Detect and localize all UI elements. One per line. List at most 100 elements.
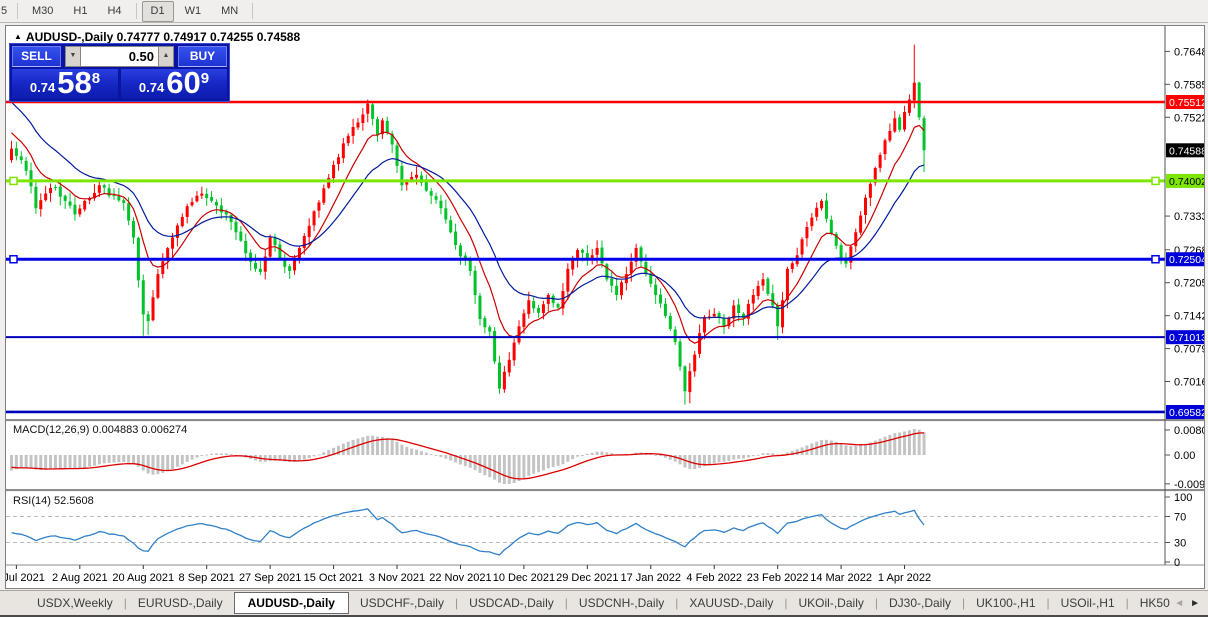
candle [117, 196, 121, 201]
candle [146, 314, 150, 322]
tab-usdcad-daily[interactable]: USDCAD-,Daily [458, 593, 565, 613]
pane-dividers[interactable] [6, 419, 1204, 566]
rsi-tick: 70 [1174, 512, 1186, 524]
candle [898, 117, 902, 130]
date-label: 3 Nov 2021 [369, 572, 425, 584]
candle [688, 371, 692, 393]
chart-canvas[interactable]: 0.764800.758500.752200.733300.726850.720… [6, 26, 1204, 588]
volume-field[interactable]: 0.50 [81, 46, 158, 67]
support-line-green-handle[interactable] [1151, 176, 1160, 186]
candle [878, 154, 882, 168]
sell-button[interactable]: SELL [12, 46, 61, 67]
candle [234, 221, 238, 233]
timeframe-button-mn[interactable]: MN [212, 1, 247, 22]
candle [615, 285, 619, 295]
tab-audusd-daily[interactable]: AUDUSD-,Daily [233, 591, 349, 614]
price-tick: 0.76480 [1174, 46, 1204, 58]
candle [112, 195, 116, 197]
candle [424, 182, 428, 191]
macd-rsi-divider[interactable] [6, 489, 1204, 491]
candle [551, 295, 555, 304]
candle [454, 231, 458, 245]
candle [317, 202, 321, 211]
candle [771, 293, 775, 306]
candle [322, 188, 326, 203]
candle [766, 278, 770, 295]
date-label: 20 Aug 2021 [112, 572, 174, 584]
price-tick: 0.70165 [1174, 377, 1204, 389]
timeframe-button-h1[interactable]: H1 [64, 1, 96, 22]
candle [293, 259, 297, 271]
volume-decrease-icon[interactable]: ▼ [65, 46, 81, 67]
candle [805, 227, 809, 239]
timeframe-button-d1[interactable]: D1 [141, 0, 174, 22]
candle [654, 284, 658, 295]
tab-ukoil-daily[interactable]: UKOil-,Daily [788, 593, 875, 613]
price-tick: 0.75220 [1174, 112, 1204, 124]
macd-tick: -0.00928 [1174, 479, 1204, 491]
timeframe-button-w1[interactable]: W1 [176, 1, 211, 22]
rsi-pane [6, 508, 1161, 556]
main-macd-divider[interactable] [6, 419, 1204, 421]
candle [366, 103, 370, 114]
sell-price-pips: 58 [57, 65, 92, 100]
collapse-arrow-icon[interactable]: ▲ [14, 32, 22, 41]
tab-usdx-weekly[interactable]: USDX,Weekly [26, 593, 124, 613]
rsi-indicator-label: RSI(14) 52.5608 [13, 495, 94, 507]
candle [468, 260, 472, 271]
support-line-blue-handle[interactable] [1151, 254, 1160, 264]
macd-histogram [10, 428, 926, 485]
candle [190, 202, 194, 206]
candle [429, 191, 433, 196]
candle [507, 359, 511, 373]
date-label: 15 Oct 2021 [304, 572, 364, 584]
candle [161, 261, 165, 275]
candle [200, 193, 204, 196]
candle [39, 200, 43, 210]
timeframe-button-h4[interactable]: H4 [98, 1, 130, 22]
timeframe-button-5[interactable]: 5 [0, 1, 12, 22]
svg-text:0.74002: 0.74002 [1169, 176, 1204, 188]
date-axis[interactable]: 14 Jul 2021 2 Aug 2021 20 Aug 2021 8 Sep 20… [6, 565, 931, 584]
buy-button[interactable]: BUY [178, 46, 227, 67]
toolbar-separator [252, 3, 254, 19]
volume-increase-icon[interactable]: ▲ [158, 46, 174, 67]
sell-price-display[interactable]: 0.74 58 8 [12, 65, 118, 100]
candle [722, 318, 726, 327]
tab-usdcnh-daily[interactable]: USDCNH-,Daily [568, 593, 675, 613]
date-label: 27 Sep 2021 [239, 572, 301, 584]
timeframe-button-m30[interactable]: M30 [23, 1, 62, 22]
macd-tick: 0.008061 [1174, 425, 1204, 437]
support-line-green-handle[interactable] [9, 176, 18, 186]
buy-price-pips: 60 [166, 65, 201, 100]
tab-eurusd-daily[interactable]: EURUSD-,Daily [127, 593, 234, 613]
candle [327, 177, 331, 188]
candle [659, 294, 663, 304]
candle [888, 130, 892, 141]
candle [502, 371, 506, 390]
buy-price-display[interactable]: 0.74 60 9 [121, 65, 227, 100]
tab-dj30-daily[interactable]: DJ30-,Daily [878, 593, 962, 613]
rsi-tick: 30 [1174, 538, 1186, 550]
candle [829, 219, 833, 234]
candle [483, 318, 487, 328]
tab-uk100-h1[interactable]: UK100-,H1 [965, 593, 1046, 613]
candle [537, 307, 541, 313]
candle [385, 120, 389, 134]
date-label: 1 Apr 2022 [878, 572, 931, 584]
support-line-blue-handle[interactable] [9, 254, 18, 264]
tab-xauusd-daily[interactable]: XAUUSD-,Daily [678, 593, 784, 613]
tab-scroll-left-icon[interactable]: ◄ [1174, 598, 1184, 609]
tab-scroll-right-icon[interactable]: ► [1190, 598, 1200, 609]
candle [214, 201, 218, 206]
tab-usoil-h1[interactable]: USOil-,H1 [1050, 593, 1126, 613]
candle [127, 203, 131, 221]
candle [229, 215, 233, 222]
candle [678, 341, 682, 367]
candle [815, 207, 819, 217]
candle [78, 208, 82, 215]
candle [800, 239, 804, 255]
tab-usdchf-daily[interactable]: USDCHF-,Daily [349, 593, 455, 613]
candle [903, 112, 907, 130]
candle [49, 187, 53, 194]
